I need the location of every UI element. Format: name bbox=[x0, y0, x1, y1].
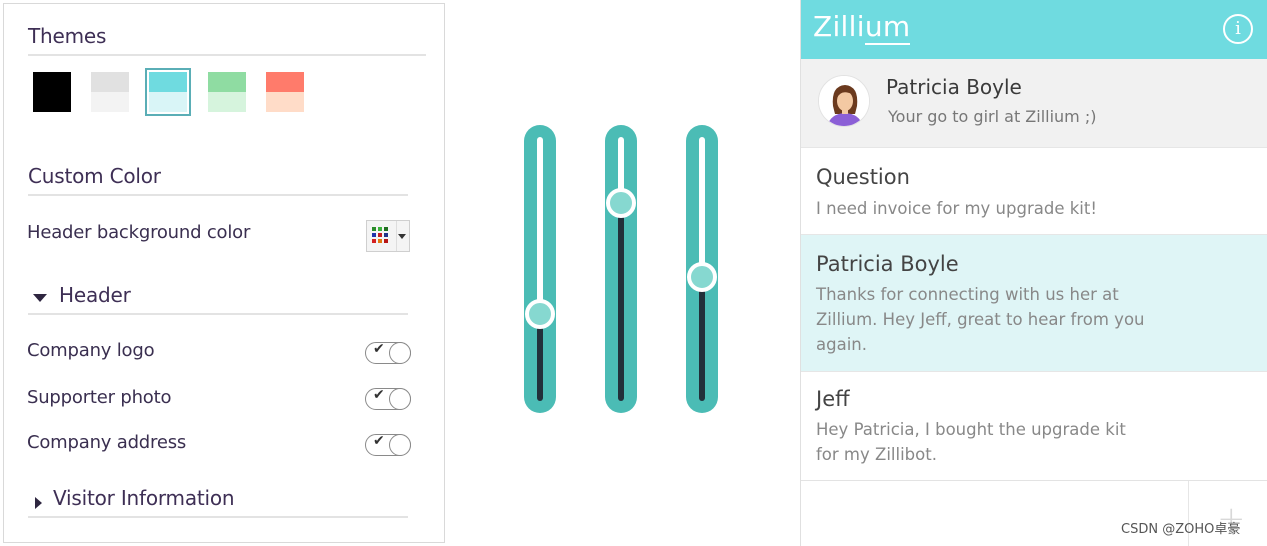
header-bg-color-label: Header background color bbox=[27, 222, 251, 243]
message-text: Thanks for connecting with us her at Zil… bbox=[816, 285, 1145, 354]
themes-title: Themes bbox=[28, 24, 426, 56]
avatar-icon bbox=[819, 76, 869, 126]
theme-swatch-green[interactable] bbox=[208, 72, 246, 112]
agent-card: Patricia Boyle Your go to girl at Zilliu… bbox=[801, 59, 1267, 147]
info-icon[interactable]: i bbox=[1223, 14, 1253, 44]
vertical-slider-2[interactable] bbox=[605, 125, 637, 413]
slider-thumb[interactable] bbox=[525, 298, 555, 329]
message-sender: Question bbox=[816, 165, 910, 189]
slider-thumb[interactable] bbox=[687, 261, 717, 292]
header-section-title[interactable]: Header bbox=[28, 283, 408, 315]
vertical-slider-1[interactable] bbox=[524, 125, 556, 413]
theme-swatch-black[interactable] bbox=[33, 72, 71, 112]
check-icon: ✔ bbox=[373, 387, 385, 403]
supporter-photo-toggle[interactable]: ✔ bbox=[365, 387, 411, 410]
slider-panel bbox=[446, 3, 800, 543]
message-sender: Jeff bbox=[816, 387, 850, 411]
check-icon: ✔ bbox=[373, 433, 385, 449]
palette-icon bbox=[372, 227, 394, 247]
message-text: Hey Patricia, I bought the upgrade kit f… bbox=[816, 420, 1126, 464]
agent-name: Patricia Boyle bbox=[886, 75, 1022, 99]
settings-panel: Themes Custom Color Header background co… bbox=[3, 3, 445, 543]
agent-avatar bbox=[818, 75, 870, 127]
message-item: Jeff Hey Patricia, I bought the upgrade … bbox=[801, 371, 1267, 480]
visitor-info-section-title[interactable]: Visitor Information bbox=[28, 486, 408, 518]
agent-tagline: Your go to girl at Zillium ;) bbox=[888, 107, 1097, 126]
message-sender: Patricia Boyle bbox=[816, 252, 959, 276]
theme-swatch-cyan[interactable] bbox=[145, 68, 191, 116]
vertical-slider-3[interactable] bbox=[686, 125, 718, 413]
slider-thumb[interactable] bbox=[606, 188, 636, 218]
watermark: CSDN @ZOHO卓豪 bbox=[1121, 522, 1241, 537]
theme-swatch-grey[interactable] bbox=[91, 72, 129, 112]
dropdown-arrow-icon bbox=[398, 234, 406, 239]
company-logo-toggle[interactable]: ✔ bbox=[365, 341, 411, 364]
supporter-photo-label: Supporter photo bbox=[27, 387, 172, 408]
check-icon: ✔ bbox=[373, 341, 385, 357]
brand-logo: Zillium bbox=[813, 10, 911, 45]
header-bg-color-picker[interactable] bbox=[366, 220, 410, 252]
company-logo-label: Company logo bbox=[27, 340, 155, 361]
chat-widget: Zillium i Patricia Boyle Your go to girl… bbox=[800, 0, 1267, 546]
theme-swatch-coral[interactable] bbox=[266, 72, 304, 112]
message-item: Question I need invoice for my upgrade k… bbox=[801, 147, 1267, 234]
custom-color-title: Custom Color bbox=[28, 164, 408, 196]
message-item: Patricia Boyle Thanks for connecting wit… bbox=[801, 234, 1267, 371]
message-text: I need invoice for my upgrade kit! bbox=[816, 199, 1097, 218]
chat-header: Zillium i bbox=[801, 0, 1267, 59]
company-address-label: Company address bbox=[27, 432, 187, 453]
brand-name: Zillium bbox=[813, 10, 911, 45]
company-address-toggle[interactable]: ✔ bbox=[365, 433, 411, 456]
